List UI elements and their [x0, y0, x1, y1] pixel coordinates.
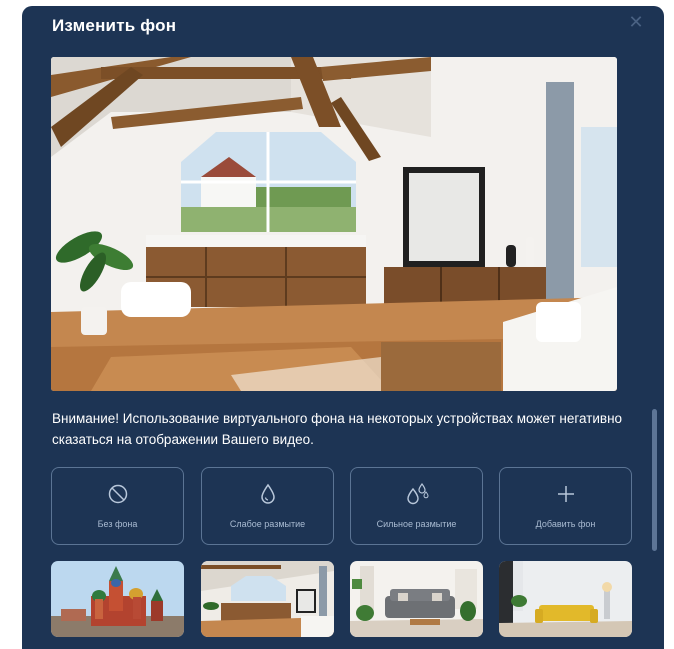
add-background-label: Добавить фон [535, 519, 596, 529]
scrollbar[interactable] [652, 409, 657, 551]
no-background-icon [52, 482, 183, 506]
plus-icon [500, 482, 631, 506]
thumbnail-living-room-gray-sofa[interactable] [350, 561, 483, 637]
thumbnail-cathedral[interactable] [51, 561, 184, 637]
close-icon[interactable]: ✕ [626, 12, 646, 32]
strong-blur-label: Сильное размытие [376, 519, 457, 529]
drops-icon [351, 482, 482, 506]
warning-text: Внимание! Использование виртуального фон… [52, 411, 623, 447]
strong-blur-button[interactable]: Сильное размытие [350, 467, 483, 545]
add-background-button[interactable]: Добавить фон [499, 467, 632, 545]
no-background-label: Без фона [97, 519, 138, 529]
thumbnail-attic-room[interactable] [201, 561, 334, 637]
light-blur-label: Слабое размытие [229, 519, 306, 529]
thumbnail-room-yellow-sofa[interactable] [499, 561, 632, 637]
change-background-dialog: Изменить фон ✕ Внимание! Использование в… [22, 6, 664, 649]
drop-icon [202, 482, 333, 506]
no-background-button[interactable]: Без фона [51, 467, 184, 545]
dialog-title: Изменить фон [52, 16, 177, 35]
light-blur-button[interactable]: Слабое размытие [201, 467, 334, 545]
background-preview [51, 57, 617, 391]
